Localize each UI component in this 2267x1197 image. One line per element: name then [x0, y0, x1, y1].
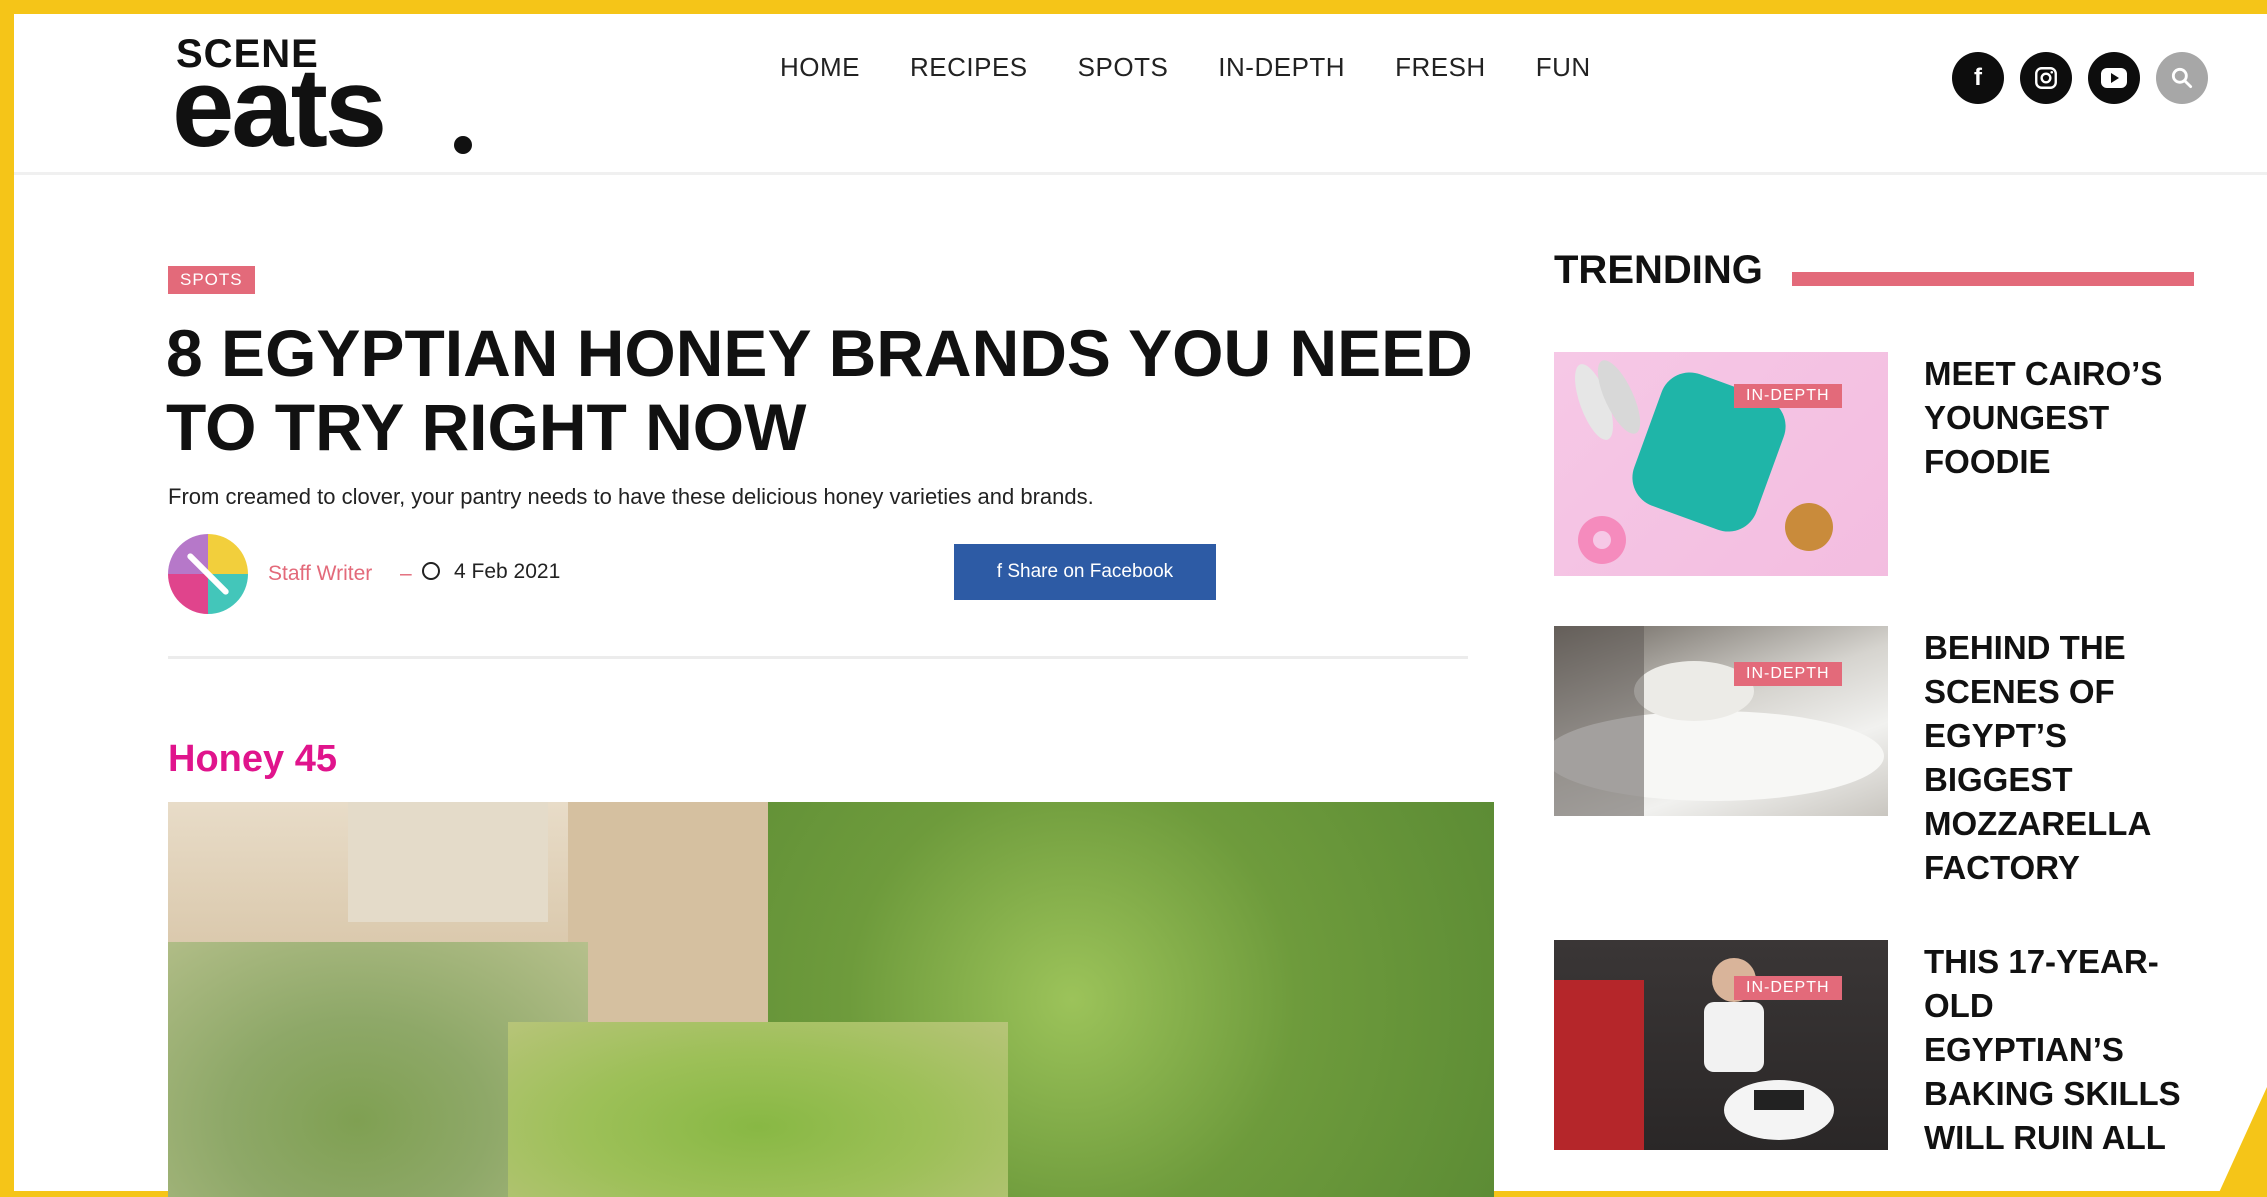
- search-glyph: [2171, 67, 2193, 89]
- author-link[interactable]: Staff Writer: [268, 562, 372, 586]
- publish-date: 4 Feb 2021: [454, 560, 561, 583]
- main-nav: HOME RECIPES SPOTS IN-DEPTH FRESH FUN: [780, 52, 1591, 83]
- byline: Staff Writer – 4 Feb 2021 f Share on Fac…: [168, 534, 1468, 614]
- section-heading: Honey 45: [168, 737, 337, 780]
- trending-heading: TRENDING: [1554, 248, 1763, 292]
- nav-recipes[interactable]: RECIPES: [910, 52, 1028, 83]
- trending-thumbnail[interactable]: IN-DEPTH: [1554, 940, 1888, 1150]
- nav-fun[interactable]: FUN: [1536, 52, 1591, 83]
- share-facebook-button[interactable]: f Share on Facebook: [954, 544, 1216, 600]
- instagram-icon[interactable]: [2020, 52, 2072, 104]
- trending-title[interactable]: BEHIND THE SCENES OF EGYPT’S BIGGEST MOZ…: [1924, 626, 2194, 890]
- youtube-icon[interactable]: [2088, 52, 2140, 104]
- divider: [168, 656, 1468, 659]
- article-title: 8 EGYPTIAN HONEY BRANDS YOU NEED TO TRY …: [166, 316, 1473, 464]
- nav-spots[interactable]: SPOTS: [1078, 52, 1169, 83]
- clock-icon: [422, 562, 440, 580]
- trending-thumbnail[interactable]: IN-DEPTH: [1554, 626, 1888, 816]
- site-header: SCENE eats HOME RECIPES SPOTS IN-DEPTH F…: [14, 14, 2267, 175]
- thumbnail-art: [1554, 626, 1884, 816]
- thumbnail-badge: IN-DEPTH: [1734, 384, 1842, 408]
- instagram-glyph: [2035, 67, 2057, 89]
- youtube-glyph: [2101, 68, 2127, 88]
- site-logo[interactable]: SCENE eats: [164, 24, 484, 164]
- thumbnail-badge: IN-DEPTH: [1734, 662, 1842, 686]
- search-icon[interactable]: [2156, 52, 2208, 104]
- hero-bush: [508, 1022, 1008, 1197]
- nav-in-depth[interactable]: IN-DEPTH: [1218, 52, 1345, 83]
- cursor-pointer-shape: [2217, 1087, 2267, 1197]
- byline-separator: –: [400, 562, 412, 585]
- trending-underline: [1792, 272, 2194, 286]
- trending-title[interactable]: MEET CAIRO’S YOUNGEST FOODIE: [1924, 352, 2194, 484]
- author-avatar[interactable]: [168, 534, 248, 614]
- thumbnail-art: [1554, 958, 1834, 1150]
- social-links: f: [1952, 52, 2208, 104]
- category-badge[interactable]: SPOTS: [168, 266, 255, 294]
- trending-thumbnail[interactable]: IN-DEPTH: [1554, 352, 1888, 576]
- hero-building-left: [348, 802, 548, 922]
- nav-fresh[interactable]: FRESH: [1395, 52, 1486, 83]
- hero-image: [168, 802, 1494, 1197]
- trending-title[interactable]: THIS 17-YEAR-OLD EGYPTIAN’S BAKING SKILL…: [1924, 940, 2194, 1160]
- thumbnail-badge: IN-DEPTH: [1734, 976, 1842, 1000]
- logo-main-text: eats: [172, 45, 387, 170]
- nav-home[interactable]: HOME: [780, 52, 860, 83]
- article-subtitle: From creamed to clover, your pantry need…: [168, 484, 1094, 509]
- facebook-icon[interactable]: f: [1952, 52, 2004, 104]
- logo-dot: [454, 136, 472, 154]
